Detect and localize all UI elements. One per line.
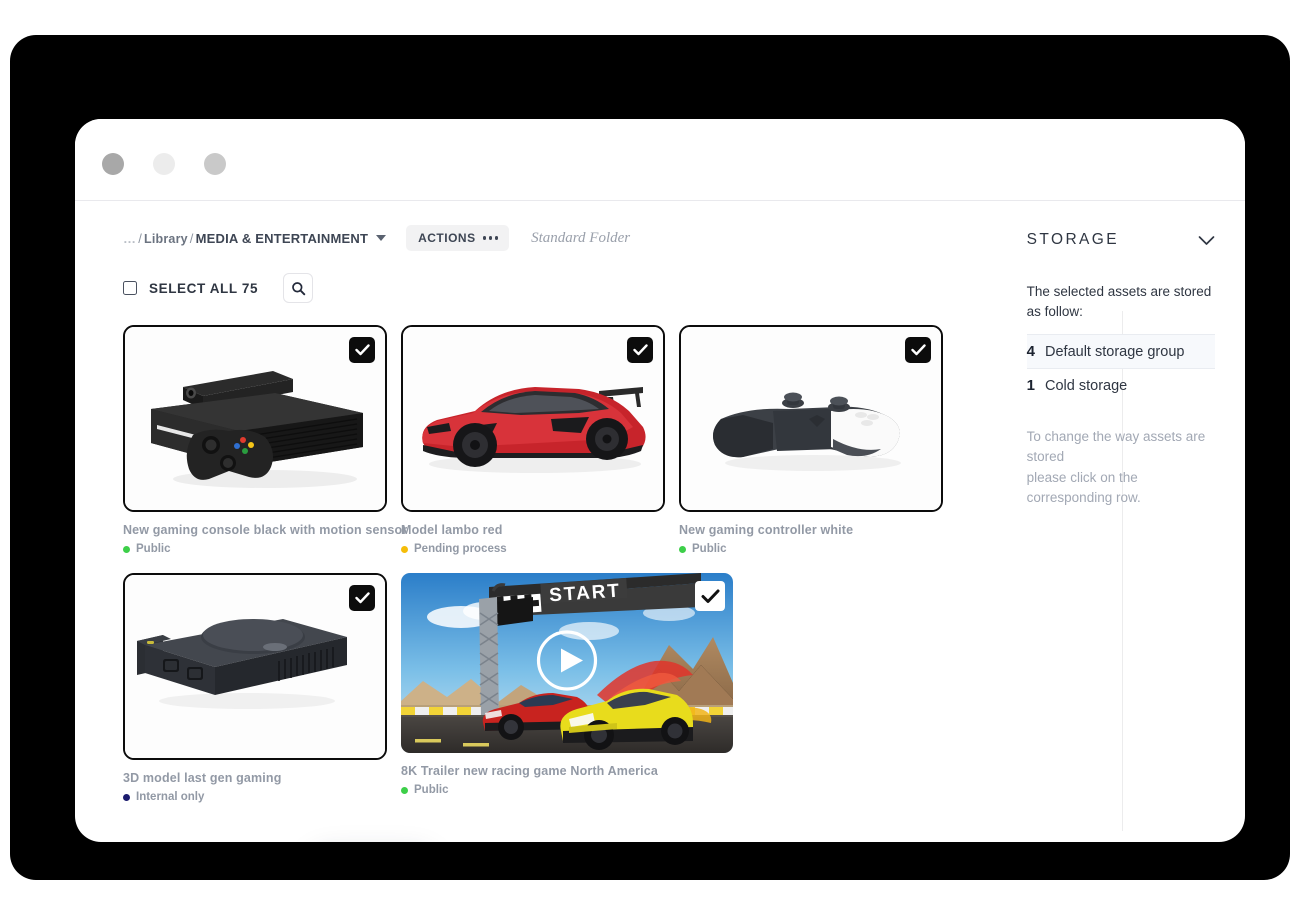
asset-cell: Model lambo red Pending process: [401, 325, 679, 555]
select-all-label[interactable]: SELECT ALL 75: [149, 281, 258, 296]
status-dot-icon: [123, 545, 130, 553]
check-icon: [354, 592, 370, 604]
asset-thumbnail: [681, 327, 941, 510]
breadcrumb-row: … / Library / MEDIA & ENTERTAINMENT ACTIONS …: [123, 225, 983, 251]
asset-card-3dmodel[interactable]: [123, 573, 387, 760]
actions-button[interactable]: ACTIONS: [406, 225, 510, 251]
breadcrumb-item-current[interactable]: MEDIA & ENTERTAINMENT: [196, 231, 368, 246]
content-area: … / Library / MEDIA & ENTERTAINMENT ACTIONS …: [75, 201, 1245, 842]
window-dot-maximize[interactable]: [204, 153, 226, 175]
play-button[interactable]: [536, 630, 598, 697]
asset-title: New gaming console black with motion sen…: [123, 523, 408, 537]
asset-checkbox[interactable]: [695, 581, 725, 611]
asset-title: New gaming controller white: [679, 523, 854, 537]
status-badge: Internal only: [123, 791, 401, 803]
storage-row-count: 4: [1026, 343, 1035, 361]
asset-checkbox[interactable]: [349, 585, 375, 611]
storage-row-list: 4 Default storage group 1 Cold storage: [1026, 334, 1215, 402]
search-button[interactable]: [283, 273, 314, 303]
ellipsis-icon: [482, 236, 499, 240]
storage-panel-title: STORAGE: [1026, 231, 1119, 248]
status-dot-icon: [123, 793, 130, 801]
asset-checkbox[interactable]: [349, 337, 375, 363]
status-badge: Public: [679, 543, 957, 555]
status-dot-icon: [401, 786, 408, 794]
asset-cell: New gaming console black with motion sen…: [123, 325, 408, 555]
asset-card-controller[interactable]: [679, 325, 943, 512]
asset-title: Model lambo red: [401, 523, 503, 537]
status-dot-icon: [401, 545, 408, 553]
asset-cell: New gaming controller white Public: [679, 325, 957, 555]
storage-row-name: Cold storage: [1045, 378, 1128, 395]
storage-row-cold[interactable]: 1 Cold storage: [1027, 369, 1215, 402]
asset-thumbnail: [125, 575, 385, 758]
asset-cell: START 8K Trailer new racing game North A…: [401, 573, 761, 803]
select-all-row: SELECT ALL 75: [123, 271, 983, 305]
storage-hint-line-1: To change the way assets are stored: [1026, 429, 1206, 465]
check-icon: [701, 589, 719, 603]
game-controller-white-art: [681, 327, 941, 510]
retro-console-black-art: [125, 575, 385, 758]
asset-card-car[interactable]: [401, 325, 665, 512]
status-label: Public: [136, 543, 171, 555]
asset-card-console[interactable]: [123, 325, 387, 512]
folder-type-label: Standard Folder: [531, 229, 631, 246]
select-all-checkbox[interactable]: [123, 281, 137, 295]
status-label: Internal only: [136, 791, 205, 803]
asset-checkbox[interactable]: [905, 337, 931, 363]
search-icon: [291, 281, 305, 295]
chevron-down-icon[interactable]: [376, 235, 387, 241]
status-badge: Pending process: [401, 543, 679, 555]
breadcrumb-separator-1: /: [138, 230, 143, 246]
asset-cell: 3D model last gen gaming Internal only: [123, 573, 401, 803]
asset-checkbox[interactable]: [627, 337, 653, 363]
status-label: Public: [692, 543, 727, 555]
status-badge: Public: [401, 784, 761, 796]
asset-thumbnail: [403, 327, 663, 510]
status-label: Public: [414, 784, 449, 796]
asset-title: 3D model last gen gaming: [123, 771, 282, 785]
window-dot-minimize[interactable]: [153, 153, 175, 175]
breadcrumb[interactable]: … / Library / MEDIA & ENTERTAINMENT: [123, 231, 368, 246]
chevron-down-icon[interactable]: [1198, 235, 1215, 246]
check-icon: [632, 344, 648, 356]
check-icon: [354, 344, 370, 356]
game-console-black-art: [125, 327, 385, 510]
sports-car-red-art: [403, 327, 663, 510]
storage-row-count: 1: [1026, 377, 1035, 395]
device-frame: … / Library / MEDIA & ENTERTAINMENT ACTIONS …: [10, 35, 1290, 880]
breadcrumb-ellipsis[interactable]: …: [123, 231, 136, 246]
breadcrumb-item-library[interactable]: Library: [144, 232, 188, 246]
browser-window: … / Library / MEDIA & ENTERTAINMENT ACTIONS …: [75, 119, 1245, 842]
asset-title: 8K Trailer new racing game North America: [401, 764, 659, 778]
actions-button-label: ACTIONS: [418, 231, 476, 245]
storage-panel: STORAGE The selected assets are stored a…: [983, 201, 1245, 842]
breadcrumb-separator-2: /: [189, 230, 194, 246]
status-label: Pending process: [414, 543, 507, 555]
window-dot-close[interactable]: [102, 153, 124, 175]
storage-hint-line-2: please click on the corresponding row.: [1026, 469, 1141, 505]
status-dot-icon: [679, 545, 686, 553]
asset-browser-pane: … / Library / MEDIA & ENTERTAINMENT ACTIONS …: [75, 201, 983, 842]
asset-grid: New gaming console black with motion sen…: [123, 325, 983, 821]
storage-hint-text: To change the way assets are stored plea…: [1027, 427, 1215, 508]
storage-intro-text: The selected assets are stored as follow…: [1026, 284, 1212, 319]
play-icon: [536, 630, 598, 691]
storage-row-default[interactable]: 4 Default storage group: [1026, 334, 1215, 370]
window-title-bar: [75, 119, 1245, 201]
storage-panel-header[interactable]: STORAGE: [1027, 231, 1215, 249]
storage-row-name: Default storage group: [1045, 344, 1185, 361]
check-icon: [910, 344, 926, 356]
asset-thumbnail: [125, 327, 385, 510]
asset-card-video[interactable]: START: [401, 573, 733, 753]
status-badge: Public: [123, 543, 401, 555]
